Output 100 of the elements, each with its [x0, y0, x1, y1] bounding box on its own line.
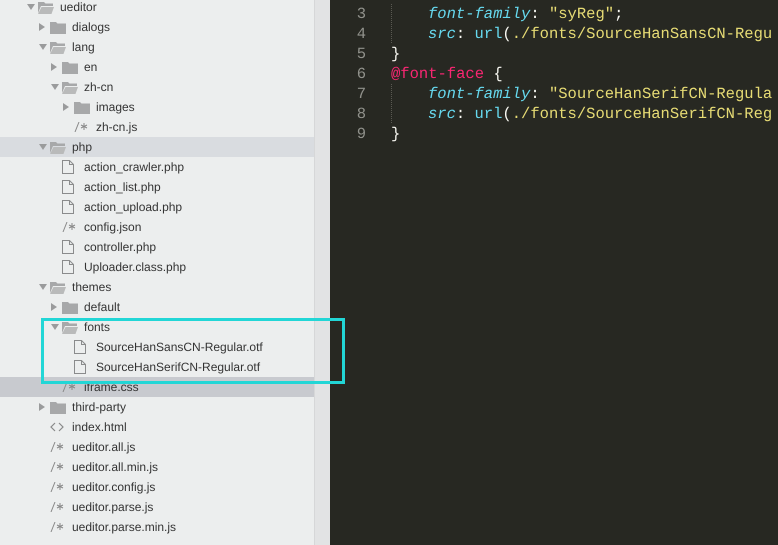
file-icon — [62, 160, 74, 174]
tree-row[interactable]: config.json — [0, 217, 314, 237]
tree-row[interactable]: lang — [0, 37, 314, 57]
file-icon — [62, 180, 74, 194]
comment-icon — [50, 442, 64, 452]
tree-row[interactable]: Uploader.class.php — [0, 257, 314, 277]
file-name: config.json — [84, 220, 142, 234]
collapse-arrow-icon[interactable] — [39, 44, 47, 50]
folder-icon — [50, 40, 66, 54]
comment-icon — [50, 522, 64, 532]
tree-row[interactable]: ueditor — [0, 0, 314, 17]
collapse-arrow-icon[interactable] — [51, 84, 59, 90]
tree-row[interactable]: ueditor.parse.js — [0, 497, 314, 517]
folder-icon — [62, 320, 78, 334]
file-icon — [62, 200, 74, 214]
tree-row[interactable]: SourceHanSerifCN-Regular.otf — [0, 357, 314, 377]
tree-row[interactable]: ueditor.parse.min.js — [0, 517, 314, 537]
file-name: SourceHanSerifCN-Regular.otf — [96, 360, 260, 374]
comment-icon — [74, 122, 88, 132]
folder-icon — [50, 20, 66, 34]
file-name: action_crawler.php — [84, 160, 184, 174]
tree-row[interactable]: dialogs — [0, 17, 314, 37]
code-line: @font-face { — [391, 64, 503, 84]
file-name: index.html — [72, 420, 127, 434]
file-name: ueditor.parse.min.js — [72, 520, 176, 534]
comment-icon — [50, 462, 64, 472]
collapse-arrow-icon[interactable] — [27, 4, 35, 10]
folder-icon — [62, 60, 78, 74]
tree-row[interactable]: third-party — [0, 397, 314, 417]
file-name: en — [84, 60, 98, 74]
expand-arrow-icon[interactable] — [51, 303, 57, 311]
file-name: action_upload.php — [84, 200, 182, 214]
tree-row[interactable]: themes — [0, 277, 314, 297]
folder-icon — [50, 280, 66, 294]
folder-icon — [50, 400, 66, 414]
line-number: 3 — [356, 5, 366, 23]
file-name: ueditor.parse.js — [72, 500, 154, 514]
line-number: 9 — [356, 125, 366, 143]
tree-row[interactable]: index.html — [0, 417, 314, 437]
tree-row[interactable]: default — [0, 297, 314, 317]
comment-icon — [62, 222, 76, 232]
folder-icon — [50, 140, 66, 154]
code-line: } — [391, 124, 400, 144]
line-number: 8 — [356, 105, 366, 123]
folder-icon — [38, 0, 54, 14]
file-name: default — [84, 300, 120, 314]
file-name: dialogs — [72, 20, 110, 34]
tree-row[interactable]: SourceHanSansCN-Regular.otf — [0, 337, 314, 357]
folder-icon — [62, 80, 78, 94]
expand-arrow-icon[interactable] — [39, 23, 45, 31]
file-name: themes — [72, 280, 112, 294]
file-name: iframe.css — [84, 380, 139, 394]
collapse-arrow-icon[interactable] — [39, 144, 47, 150]
comment-icon — [62, 382, 76, 392]
file-name: controller.php — [84, 240, 156, 254]
line-number: 4 — [356, 25, 366, 43]
tree-row[interactable]: images — [0, 97, 314, 117]
expand-arrow-icon[interactable] — [51, 63, 57, 71]
tree-row[interactable]: php — [0, 137, 314, 157]
file-name: fonts — [84, 320, 110, 334]
line-number: 7 — [356, 85, 366, 103]
tree-row[interactable]: action_upload.php — [0, 197, 314, 217]
file-name: SourceHanSansCN-Regular.otf — [96, 340, 263, 354]
tree-row[interactable]: zh-cn.js — [0, 117, 314, 137]
line-number: 6 — [356, 65, 366, 83]
tree-row[interactable]: ueditor.all.js — [0, 437, 314, 457]
tree-row[interactable]: ueditor.all.min.js — [0, 457, 314, 477]
tree-row[interactable]: ueditor.config.js — [0, 477, 314, 497]
tree-row[interactable]: action_list.php — [0, 177, 314, 197]
file-name: action_list.php — [84, 180, 161, 194]
folder-icon — [74, 100, 90, 114]
file-name: ueditor — [60, 0, 97, 14]
file-name: lang — [72, 40, 95, 54]
file-name: php — [72, 140, 92, 154]
collapse-arrow-icon[interactable] — [51, 324, 59, 330]
folder-icon — [62, 300, 78, 314]
file-name: third-party — [72, 400, 126, 414]
file-name: Uploader.class.php — [84, 260, 186, 274]
tree-row[interactable]: controller.php — [0, 237, 314, 257]
file-name: zh-cn — [84, 80, 114, 94]
file-icon — [62, 240, 74, 254]
expand-arrow-icon[interactable] — [39, 403, 45, 411]
collapse-arrow-icon[interactable] — [39, 284, 47, 290]
tree-row[interactable]: fonts — [0, 317, 314, 337]
tree-row[interactable]: action_crawler.php — [0, 157, 314, 177]
comment-icon — [50, 502, 64, 512]
expand-arrow-icon[interactable] — [63, 103, 69, 111]
file-name: ueditor.all.min.js — [72, 460, 158, 474]
code-line: } — [391, 44, 400, 64]
file-icon — [62, 260, 74, 274]
file-name: images — [96, 100, 135, 114]
code-icon — [50, 422, 64, 432]
file-icon — [74, 340, 86, 354]
file-name: ueditor.config.js — [72, 480, 156, 494]
file-icon — [74, 360, 86, 374]
tree-row[interactable]: en — [0, 57, 314, 77]
file-name: zh-cn.js — [96, 120, 138, 134]
tree-row[interactable]: zh-cn — [0, 77, 314, 97]
line-number: 5 — [356, 45, 366, 63]
comment-icon — [50, 482, 64, 492]
